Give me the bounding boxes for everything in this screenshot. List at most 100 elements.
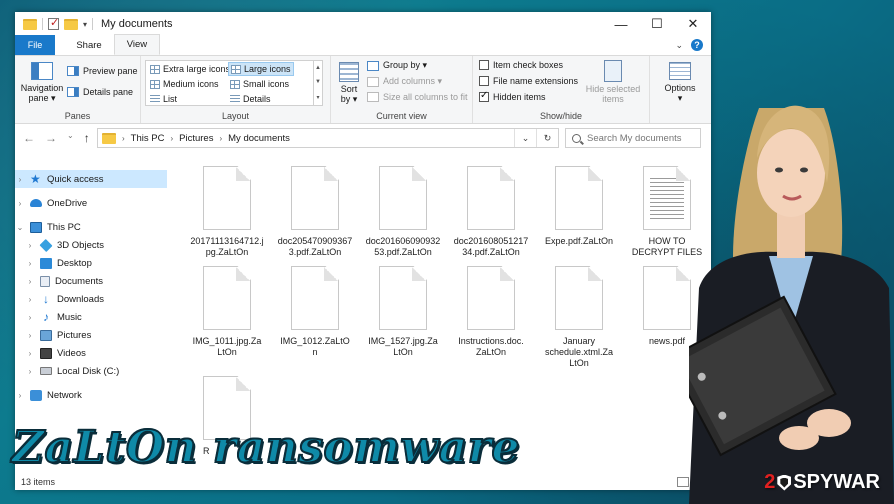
layout-label: Extra large icons: [163, 64, 231, 74]
layout-large-icons[interactable]: Large icons: [228, 62, 294, 76]
navigation-pane-button[interactable]: Navigation pane ▾: [19, 62, 65, 103]
maximize-button[interactable]: ☐: [639, 12, 675, 36]
preview-pane-button[interactable]: Preview pane: [67, 66, 138, 76]
refresh-icon[interactable]: ↻: [536, 129, 558, 147]
file-item[interactable]: IMG_1011.jpg.Za LtOn: [185, 266, 269, 358]
layout-small-icons[interactable]: Small icons: [228, 77, 291, 91]
file-item[interactable]: January schedule.xtml.Za LtOn: [537, 266, 621, 369]
search-input[interactable]: Search My documents: [565, 128, 701, 148]
group-by-button[interactable]: Group by ▾: [367, 60, 427, 71]
status-bar: 13 items: [15, 474, 711, 490]
nav-item-documents[interactable]: › Documents: [15, 272, 167, 290]
layout-details[interactable]: Details: [228, 92, 273, 106]
expand-icon[interactable]: ›: [25, 259, 35, 268]
details-pane-button[interactable]: Details pane: [67, 87, 133, 97]
nav-label: Desktop: [57, 257, 92, 269]
file-item[interactable]: 20171113164712.j pg.ZaLtOn: [185, 166, 269, 258]
layout-medium-icons[interactable]: Medium icons: [148, 77, 221, 91]
expand-icon[interactable]: ›: [25, 313, 35, 322]
expand-icon[interactable]: ›: [25, 241, 35, 250]
help-icon[interactable]: ?: [691, 39, 703, 51]
forward-arrow-icon[interactable]: →: [45, 131, 57, 145]
nav-item-pictures[interactable]: › Pictures: [15, 326, 167, 344]
nav-item-local-disk[interactable]: › Local Disk (C:): [15, 362, 167, 380]
details-pane-icon: [67, 87, 79, 97]
expand-icon[interactable]: ›: [25, 367, 35, 376]
hidden-items-checkbox[interactable]: [479, 90, 489, 102]
layout-list[interactable]: List: [148, 92, 179, 106]
expand-icon[interactable]: ›: [15, 175, 25, 184]
expand-icon[interactable]: ›: [25, 277, 35, 286]
item-check-boxes-toggle[interactable]: Item check boxes: [479, 60, 563, 70]
customize-toolbar-icon[interactable]: ▾: [83, 20, 87, 29]
file-name: 3.pdf.ZaLtOn: [288, 247, 342, 257]
window-title: My documents: [101, 18, 173, 30]
brand-logo: 2 SPYWAR: [764, 471, 880, 494]
file-icon: [379, 166, 427, 230]
address-bar[interactable]: › This PC › Pictures › My documents ⌄ ↻: [97, 128, 559, 148]
group-label: Current view: [376, 111, 427, 121]
tab-share[interactable]: Share: [64, 35, 113, 55]
breadcrumb-this-pc[interactable]: This PC: [131, 133, 165, 144]
nav-label: Pictures: [57, 329, 92, 341]
collapse-icon[interactable]: ⌄: [15, 223, 25, 232]
scroll-up-icon[interactable]: ▲: [314, 65, 322, 71]
up-arrow-icon[interactable]: ↑: [84, 131, 90, 145]
layout-scroll[interactable]: ▲ ▼ ▾: [313, 61, 322, 105]
file-name-extensions-checkbox[interactable]: [479, 76, 489, 86]
file-item[interactable]: IMG_1012.ZaLtO n: [273, 266, 357, 358]
scroll-down-icon[interactable]: ▼: [314, 79, 322, 85]
expand-icon[interactable]: ›: [15, 391, 25, 400]
navigation-buttons: ← → ⌄ ↑: [15, 131, 95, 145]
file-item[interactable]: Instructions.doc. ZaLtOn: [449, 266, 533, 358]
nav-item-quick-access[interactable]: › ★ Quick access: [15, 170, 167, 188]
details-view-icon[interactable]: [677, 477, 689, 487]
tab-view[interactable]: View: [113, 34, 161, 55]
tab-file[interactable]: File: [15, 35, 55, 55]
file-item[interactable]: doc201608051217 34.pdf.ZaLtOn: [449, 166, 533, 258]
nav-item-network[interactable]: › Network: [15, 386, 167, 404]
back-arrow-icon[interactable]: ←: [23, 131, 35, 145]
file-icon: [291, 266, 339, 330]
expand-icon[interactable]: ›: [25, 349, 35, 358]
expand-icon[interactable]: ›: [15, 199, 25, 208]
file-item[interactable]: doc201606090932 53.pdf.ZaLtOn: [361, 166, 445, 258]
file-item[interactable]: Expe.pdf.ZaLtOn: [537, 166, 621, 247]
item-check-boxes-checkbox[interactable]: [479, 60, 489, 70]
hidden-items-toggle[interactable]: Hidden items: [479, 90, 546, 102]
new-folder-icon[interactable]: [64, 18, 78, 30]
expand-icon[interactable]: ›: [25, 295, 35, 304]
file-name-extensions-toggle[interactable]: File name extensions: [479, 76, 578, 86]
layout-extra-large-icons[interactable]: Extra large icons: [148, 62, 232, 76]
add-columns-button[interactable]: Add columns ▾: [367, 76, 442, 87]
file-icon: [379, 266, 427, 330]
expand-icon[interactable]: ▾: [314, 94, 322, 101]
nav-item-videos[interactable]: › Videos: [15, 344, 167, 362]
close-button[interactable]: ✕: [675, 12, 711, 36]
minimize-button[interactable]: —: [603, 12, 639, 36]
expand-icon[interactable]: ›: [25, 331, 35, 340]
nav-item-3d-objects[interactable]: › 3D Objects: [15, 236, 167, 254]
nav-item-this-pc[interactable]: ⌄ This PC: [15, 218, 167, 236]
nav-item-downloads[interactable]: › ↓ Downloads: [15, 290, 167, 308]
size-columns-label: Size all columns to fit: [383, 92, 468, 102]
file-name: Instructions.doc.: [458, 336, 524, 346]
recent-chevron-icon[interactable]: ⌄: [67, 131, 74, 145]
chevron-down-icon[interactable]: ⌄: [675, 40, 683, 51]
group-by-label: Group by ▾: [383, 60, 428, 70]
file-item[interactable]: IMG_1527.jpg.Za LtOn: [361, 266, 445, 358]
size-columns-button[interactable]: Size all columns to fit: [367, 92, 468, 102]
file-name: n: [312, 347, 318, 357]
properties-icon[interactable]: [48, 16, 59, 30]
nav-item-onedrive[interactable]: › OneDrive: [15, 194, 167, 212]
hide-selected-button[interactable]: Hide selected items: [581, 60, 645, 104]
sort-by-button[interactable]: Sort by ▾: [335, 62, 363, 104]
breadcrumb-my-documents[interactable]: My documents: [228, 133, 290, 144]
nav-label: Network: [47, 389, 82, 401]
file-item[interactable]: doc205470909367 3.pdf.ZaLtOn: [273, 166, 357, 258]
file-name: 34.pdf.ZaLtOn: [462, 247, 520, 257]
nav-item-music[interactable]: › ♪ Music: [15, 308, 167, 326]
breadcrumb-pictures[interactable]: Pictures: [179, 133, 213, 144]
nav-item-desktop[interactable]: › Desktop: [15, 254, 167, 272]
address-history-icon[interactable]: ⌄: [514, 129, 536, 147]
